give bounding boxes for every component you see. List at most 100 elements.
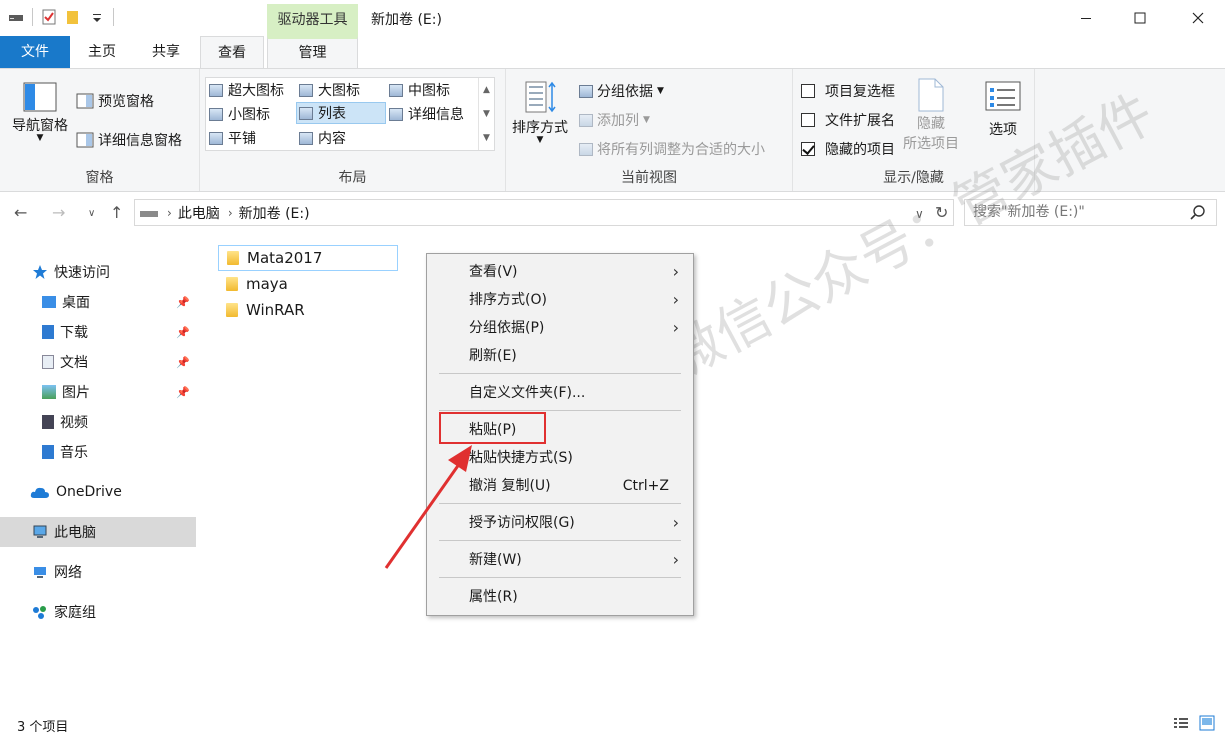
- item-checkboxes-toggle[interactable]: 项目复选框: [801, 81, 895, 101]
- folder-icon: [226, 277, 238, 291]
- layout-large-icons[interactable]: 大图标: [299, 80, 360, 100]
- menu-item-shortcut: Ctrl+Z: [622, 478, 669, 494]
- menu-separator: [439, 577, 681, 578]
- tab-manage[interactable]: 管理: [267, 36, 358, 69]
- list-item[interactable]: WinRAR: [218, 297, 398, 323]
- recent-locations-icon[interactable]: ∨: [88, 208, 95, 219]
- picture-icon: [42, 385, 56, 399]
- sidebar-item-videos[interactable]: 视频: [0, 407, 196, 437]
- nav-pane-button[interactable]: 导航窗格 ▼: [6, 81, 74, 143]
- sidebar-item-this-pc[interactable]: 此电脑: [0, 517, 196, 547]
- add-column-icon: [579, 113, 593, 127]
- sidebar-item-downloads[interactable]: 下载 📌: [0, 317, 196, 347]
- extra-large-icons-icon: [209, 83, 223, 97]
- options-icon: [985, 81, 1021, 111]
- menu-item-group[interactable]: 分组依据(P) ›: [427, 314, 693, 342]
- menu-item-sort[interactable]: 排序方式(O) ›: [427, 286, 693, 314]
- gallery-scroll[interactable]: ▲ ▼ ▼: [478, 78, 494, 150]
- maximize-button[interactable]: [1117, 0, 1163, 36]
- menu-item-refresh[interactable]: 刷新(E): [427, 342, 693, 370]
- list-icon: [299, 106, 313, 120]
- cloud-icon: [30, 487, 49, 498]
- pin-icon[interactable]: 📌: [176, 386, 190, 399]
- layout-item-label: 超大图标: [228, 83, 284, 99]
- file-extensions-toggle[interactable]: 文件扩展名: [801, 110, 895, 130]
- details-view-icon[interactable]: [1173, 716, 1189, 730]
- preview-pane-button[interactable]: 预览窗格: [76, 91, 154, 111]
- sidebar-item-label: 家庭组: [54, 605, 96, 621]
- sidebar-item-label: 下载: [60, 325, 88, 341]
- sidebar-item-quick-access[interactable]: 快速访问: [0, 257, 196, 287]
- chevron-right-icon[interactable]: ›: [167, 206, 172, 220]
- add-column-label: 添加列: [597, 113, 639, 129]
- layout-list[interactable]: 列表: [296, 102, 386, 124]
- menu-item-properties[interactable]: 属性(R): [427, 583, 693, 611]
- layout-small-icons[interactable]: 小图标: [209, 104, 270, 124]
- details-pane-icon: [76, 132, 94, 148]
- new-folder-icon[interactable]: [65, 9, 81, 25]
- layout-details[interactable]: 详细信息: [389, 104, 464, 124]
- homegroup-icon: [33, 606, 46, 619]
- sidebar-item-label: 文档: [60, 355, 88, 371]
- menu-separator: [439, 410, 681, 411]
- checkbox-checked[interactable]: [801, 142, 815, 156]
- nav-pane-label: 导航窗格: [12, 118, 68, 134]
- forward-arrow-icon[interactable]: →: [52, 203, 65, 222]
- scroll-up-icon[interactable]: ▲: [483, 85, 490, 95]
- document-icon: [42, 355, 54, 369]
- sort-by-button[interactable]: 排序方式 ▼: [512, 79, 568, 145]
- search-icon: [1190, 205, 1205, 220]
- breadcrumb-this-pc[interactable]: 此电脑: [178, 203, 220, 223]
- tab-file[interactable]: 文件: [0, 36, 70, 68]
- close-button[interactable]: [1175, 0, 1221, 36]
- panes-group-label: 窗格: [85, 170, 114, 186]
- tab-home[interactable]: 主页: [72, 36, 132, 68]
- back-arrow-icon[interactable]: ←: [14, 203, 27, 222]
- menu-item-view[interactable]: 查看(V) ›: [427, 258, 693, 286]
- tab-share[interactable]: 共享: [136, 36, 196, 68]
- pin-icon[interactable]: 📌: [176, 296, 190, 309]
- chevron-right-icon[interactable]: ›: [228, 206, 233, 220]
- chevron-right-icon: ›: [672, 290, 679, 309]
- checkbox[interactable]: [801, 84, 815, 98]
- expand-gallery-icon[interactable]: ▼: [483, 133, 490, 143]
- list-item[interactable]: maya: [218, 271, 398, 297]
- download-icon: [42, 325, 54, 339]
- pin-icon[interactable]: 📌: [176, 326, 190, 339]
- add-column-button[interactable]: 添加列 ▼: [579, 110, 650, 130]
- sidebar-item-music[interactable]: 音乐: [0, 437, 196, 467]
- hide-selected-button[interactable]: 隐藏 所选项目: [903, 77, 959, 153]
- pin-icon[interactable]: 📌: [176, 356, 190, 369]
- properties-icon[interactable]: [41, 9, 57, 25]
- up-arrow-icon[interactable]: ↑: [110, 203, 123, 222]
- layout-extra-large-icons[interactable]: 超大图标: [209, 80, 284, 100]
- scroll-down-icon[interactable]: ▼: [483, 109, 490, 119]
- layout-medium-icons[interactable]: 中图标: [389, 80, 450, 100]
- address-bar[interactable]: › 此电脑 › 新加卷 (E:): [134, 199, 954, 226]
- large-icons-view-icon[interactable]: [1199, 715, 1215, 731]
- group-by-button[interactable]: 分组依据 ▼: [579, 81, 664, 101]
- sidebar-item-network[interactable]: 网络: [0, 557, 196, 587]
- layout-content[interactable]: 内容: [299, 128, 346, 148]
- checkbox[interactable]: [801, 113, 815, 127]
- minimize-button[interactable]: [1063, 0, 1109, 36]
- tab-view[interactable]: 查看: [200, 36, 264, 69]
- folder-icon: [226, 303, 238, 317]
- chevron-down-icon: ▼: [536, 135, 544, 145]
- menu-item-customize[interactable]: 自定义文件夹(F)...: [427, 379, 693, 407]
- size-all-columns-button[interactable]: 将所有列调整为合适的大小: [579, 139, 765, 159]
- ribbon-tabs: 文件 主页 共享 查看 管理: [0, 36, 1225, 69]
- sort-by-label: 排序方式: [512, 120, 568, 136]
- layout-tiles[interactable]: 平铺: [209, 128, 256, 148]
- chevron-down-icon[interactable]: [89, 9, 105, 25]
- hidden-items-toggle[interactable]: 隐藏的项目: [801, 139, 895, 159]
- breadcrumb-volume[interactable]: 新加卷 (E:): [239, 203, 310, 223]
- sidebar-item-onedrive[interactable]: OneDrive: [0, 477, 196, 507]
- sidebar-item-desktop[interactable]: 桌面 📌: [0, 287, 196, 317]
- sidebar-item-pictures[interactable]: 图片 📌: [0, 377, 196, 407]
- sidebar-item-homegroup[interactable]: 家庭组: [0, 597, 196, 627]
- list-item[interactable]: Mata2017: [218, 245, 398, 271]
- details-pane-button[interactable]: 详细信息窗格: [76, 130, 182, 150]
- sidebar-item-documents[interactable]: 文档 📌: [0, 347, 196, 377]
- group-by-label: 分组依据: [597, 84, 653, 100]
